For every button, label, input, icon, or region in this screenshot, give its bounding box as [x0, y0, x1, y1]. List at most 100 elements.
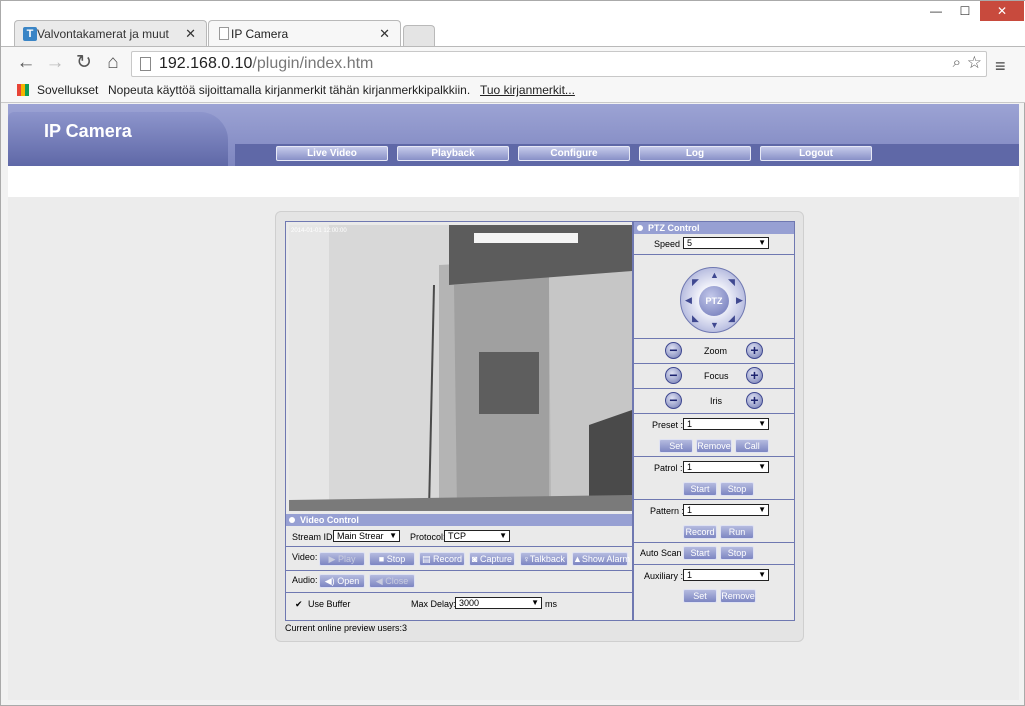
web-page: IP Camera Live Video Playback Configure … — [8, 104, 1019, 700]
pattern-select[interactable]: 1 ▼ — [683, 504, 769, 516]
pan-up-icon[interactable]: ▲ — [710, 271, 719, 280]
auxiliary-remove-button[interactable]: Remove — [720, 589, 756, 603]
zoom-in-button[interactable]: + — [746, 342, 763, 359]
address-bar[interactable]: 192.168.0.10/plugin/index.htm ⌕ ☆ — [131, 51, 987, 77]
bookmarks-bar: Sovellukset Nopeuta käyttöä sijoittamall… — [1, 79, 1025, 103]
autoscan-start-button[interactable]: Start — [683, 546, 717, 560]
url-path: /plugin/index.htm — [252, 55, 374, 72]
dropdown-arrow-icon: ▼ — [758, 462, 766, 471]
pattern-run-button[interactable]: Run — [720, 525, 754, 539]
pan-down-icon[interactable]: ▼ — [710, 321, 719, 330]
pan-down-right-icon[interactable]: ◢ — [728, 314, 735, 323]
stop-label: Stop — [386, 554, 406, 564]
audio-close-button[interactable]: ◀ Close — [369, 574, 415, 588]
nav-live-video[interactable]: Live Video — [276, 146, 388, 161]
url-text[interactable]: 192.168.0.10/plugin/index.htm — [159, 55, 373, 73]
pattern-label: Pattern : — [650, 506, 685, 516]
focus-near-button[interactable]: − — [665, 367, 682, 384]
pan-right-icon[interactable]: ▶ — [736, 296, 743, 305]
preview-users-status: Current online preview users:3 — [285, 623, 408, 633]
autoscan-stop-button[interactable]: Stop — [720, 546, 754, 560]
patrol-select[interactable]: 1 ▼ — [683, 461, 769, 473]
tab-close-icon[interactable]: ✕ — [379, 21, 390, 47]
talkback-button[interactable]: ♀Talkback — [520, 552, 568, 566]
dropdown-arrow-icon: ▼ — [758, 570, 766, 579]
divider — [286, 570, 632, 571]
talkback-label: Talkback — [529, 554, 565, 564]
tab-valvontakamerat[interactable]: T Valvontakamerat ja muut ✕ — [14, 20, 207, 47]
tab-title: IP Camera — [231, 27, 289, 41]
protocol-select[interactable]: TCP ▼ — [444, 530, 510, 542]
divider — [634, 338, 794, 339]
app-logo: IP Camera — [44, 121, 132, 141]
max-delay-select[interactable]: 3000 ▼ — [455, 597, 542, 609]
apps-link[interactable]: Sovellukset — [37, 83, 98, 97]
ptz-column: PTZ Control Speed : 5 ▼ ▲ ▼ ◀ ▶ ◤ ◥ ◣ ◢ … — [633, 221, 795, 621]
nav-playback[interactable]: Playback — [397, 146, 509, 161]
divider — [634, 564, 794, 565]
nav-logout[interactable]: Logout — [760, 146, 872, 161]
preset-set-button[interactable]: Set — [659, 439, 693, 453]
ptz-center-button[interactable]: PTZ — [699, 286, 729, 316]
pan-up-left-icon[interactable]: ◤ — [692, 278, 699, 287]
ptz-dial[interactable]: ▲ ▼ ◀ ▶ ◤ ◥ ◣ ◢ PTZ — [680, 267, 746, 333]
play-button[interactable]: ▶ Play — [319, 552, 365, 566]
ptz-title: PTZ Control — [648, 223, 700, 233]
audio-close-label: Close — [385, 576, 409, 586]
tab-close-icon[interactable]: ✕ — [185, 21, 196, 47]
patrol-start-button[interactable]: Start — [683, 482, 717, 496]
zoom-out-button[interactable]: − — [665, 342, 682, 359]
audio-open-button[interactable]: ◀) Open — [319, 574, 365, 588]
collapse-icon[interactable] — [637, 225, 643, 231]
patrol-stop-button[interactable]: Stop — [720, 482, 754, 496]
iris-close-button[interactable]: − — [665, 392, 682, 409]
show-alarm-button[interactable]: ▲Show Alarm — [572, 552, 630, 566]
collapse-icon[interactable] — [289, 517, 295, 523]
pattern-record-button[interactable]: Record — [683, 525, 717, 539]
new-tab-button[interactable] — [403, 25, 435, 47]
autoscan-label: Auto Scan : — [640, 548, 687, 558]
search-icon[interactable]: ⌕ — [953, 54, 961, 71]
menu-icon[interactable]: ≡ — [995, 56, 1006, 77]
nav-configure[interactable]: Configure — [518, 146, 630, 161]
focus-far-button[interactable]: + — [746, 367, 763, 384]
bookmark-star-icon[interactable]: ☆ — [967, 53, 982, 73]
page-favicon-icon — [219, 27, 229, 40]
maximize-button[interactable]: ☐ — [947, 1, 983, 21]
preset-select[interactable]: 1 ▼ — [683, 418, 769, 430]
browser-window: T Valvontakamerat ja muut ✕ IP Camera ✕ … — [0, 0, 1025, 706]
play-label: Play — [337, 554, 356, 564]
record-button[interactable]: ▤ Record — [419, 552, 465, 566]
back-arrow-icon[interactable]: ← — [15, 53, 37, 75]
preset-call-button[interactable]: Call — [735, 439, 769, 453]
iris-open-button[interactable]: + — [746, 392, 763, 409]
close-window-button[interactable]: ✕ — [980, 1, 1024, 21]
forward-arrow-icon[interactable]: → — [44, 53, 66, 75]
pattern-value: 1 — [687, 505, 693, 515]
capture-label: Capture — [479, 554, 512, 564]
tab-strip: T Valvontakamerat ja muut ✕ IP Camera ✕ … — [1, 1, 1025, 47]
divider — [634, 363, 794, 364]
nav-log[interactable]: Log — [639, 146, 751, 161]
live-video-view[interactable]: 2014-01-01 12:00:00 — [289, 225, 632, 511]
reload-icon[interactable]: ↻ — [73, 53, 95, 75]
stop-button[interactable]: ■ Stop — [369, 552, 415, 566]
auxiliary-set-button[interactable]: Set — [683, 589, 717, 603]
pan-left-icon[interactable]: ◀ — [685, 296, 692, 305]
preset-remove-button[interactable]: Remove — [696, 439, 732, 453]
dropdown-arrow-icon: ▼ — [499, 531, 507, 540]
stream-id-select[interactable]: Main Strear ▼ — [333, 530, 400, 542]
audio-label: Audio: — [292, 575, 318, 585]
capture-button[interactable]: ◙ Capture — [469, 552, 515, 566]
pan-down-left-icon[interactable]: ◣ — [692, 314, 699, 323]
home-icon[interactable]: ⌂ — [102, 53, 124, 75]
import-bookmarks-link[interactable]: Tuo kirjanmerkit... — [480, 83, 575, 97]
auxiliary-select[interactable]: 1 ▼ — [683, 569, 769, 581]
apps-grid-icon[interactable] — [17, 84, 29, 96]
tab-ip-camera[interactable]: IP Camera ✕ — [208, 20, 401, 47]
show-alarm-label: Show Alarm — [581, 554, 630, 564]
pan-up-right-icon[interactable]: ◥ — [728, 278, 735, 287]
use-buffer-checkbox[interactable]: ✔ — [295, 599, 303, 610]
speed-select[interactable]: 5 ▼ — [683, 237, 769, 249]
preset-label: Preset : — [652, 420, 684, 430]
